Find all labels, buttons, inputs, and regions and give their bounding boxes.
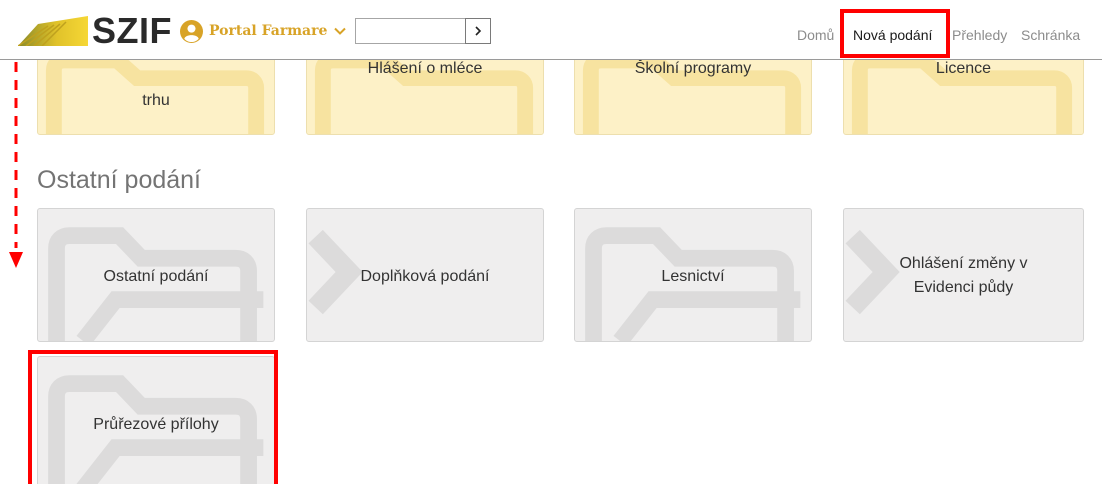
search-input[interactable] <box>355 18 465 44</box>
tile-label: Školní programy <box>634 60 752 77</box>
tile-label: Licence <box>935 60 992 77</box>
tile-label: trhu <box>142 92 170 109</box>
tile-doplnkova-podani[interactable]: Doplňková podání <box>306 208 544 342</box>
header-bar: SZIF Portal Farmare Domů Nová podání Pře… <box>0 0 1102 60</box>
tile-highlight-annotation <box>28 350 278 484</box>
nav-prehledy[interactable]: Přehledy <box>952 26 1007 44</box>
tile-label-line2: Evidenci půdy <box>913 279 1014 296</box>
szif-field-logo-icon <box>18 16 88 46</box>
portal-label: Portal Farmare <box>209 23 328 39</box>
scroll-down-arrow-icon <box>9 62 23 268</box>
nav-highlight-annotation <box>840 9 950 58</box>
tile-lesnictvi[interactable]: Lesnictví <box>574 208 812 342</box>
tile-label-line1: Ohlášení změny v <box>899 255 1028 272</box>
chevron-down-icon <box>334 27 347 35</box>
section-title: Ostatní podání <box>37 166 202 194</box>
szif-logo[interactable]: SZIF <box>92 9 172 53</box>
nav-schranka[interactable]: Schránka <box>1021 26 1080 44</box>
tile-label: Hlášení o mléce <box>367 60 483 77</box>
tile-ohlaseni-zmeny[interactable]: Ohlášení změny v Evidenci půdy <box>843 208 1084 342</box>
user-avatar-icon <box>180 19 203 43</box>
tile-ostatni-podani[interactable]: Ostatní podání <box>37 208 275 342</box>
tile-label: Ostatní podání <box>103 268 209 285</box>
nav-domu[interactable]: Domů <box>797 26 834 44</box>
portal-switcher[interactable]: Portal Farmare <box>180 17 347 45</box>
tile-label: Doplňková podání <box>360 268 490 285</box>
search-submit-button[interactable] <box>465 18 491 44</box>
tile-label: Lesnictví <box>661 268 725 285</box>
chevron-right-icon <box>475 26 482 36</box>
